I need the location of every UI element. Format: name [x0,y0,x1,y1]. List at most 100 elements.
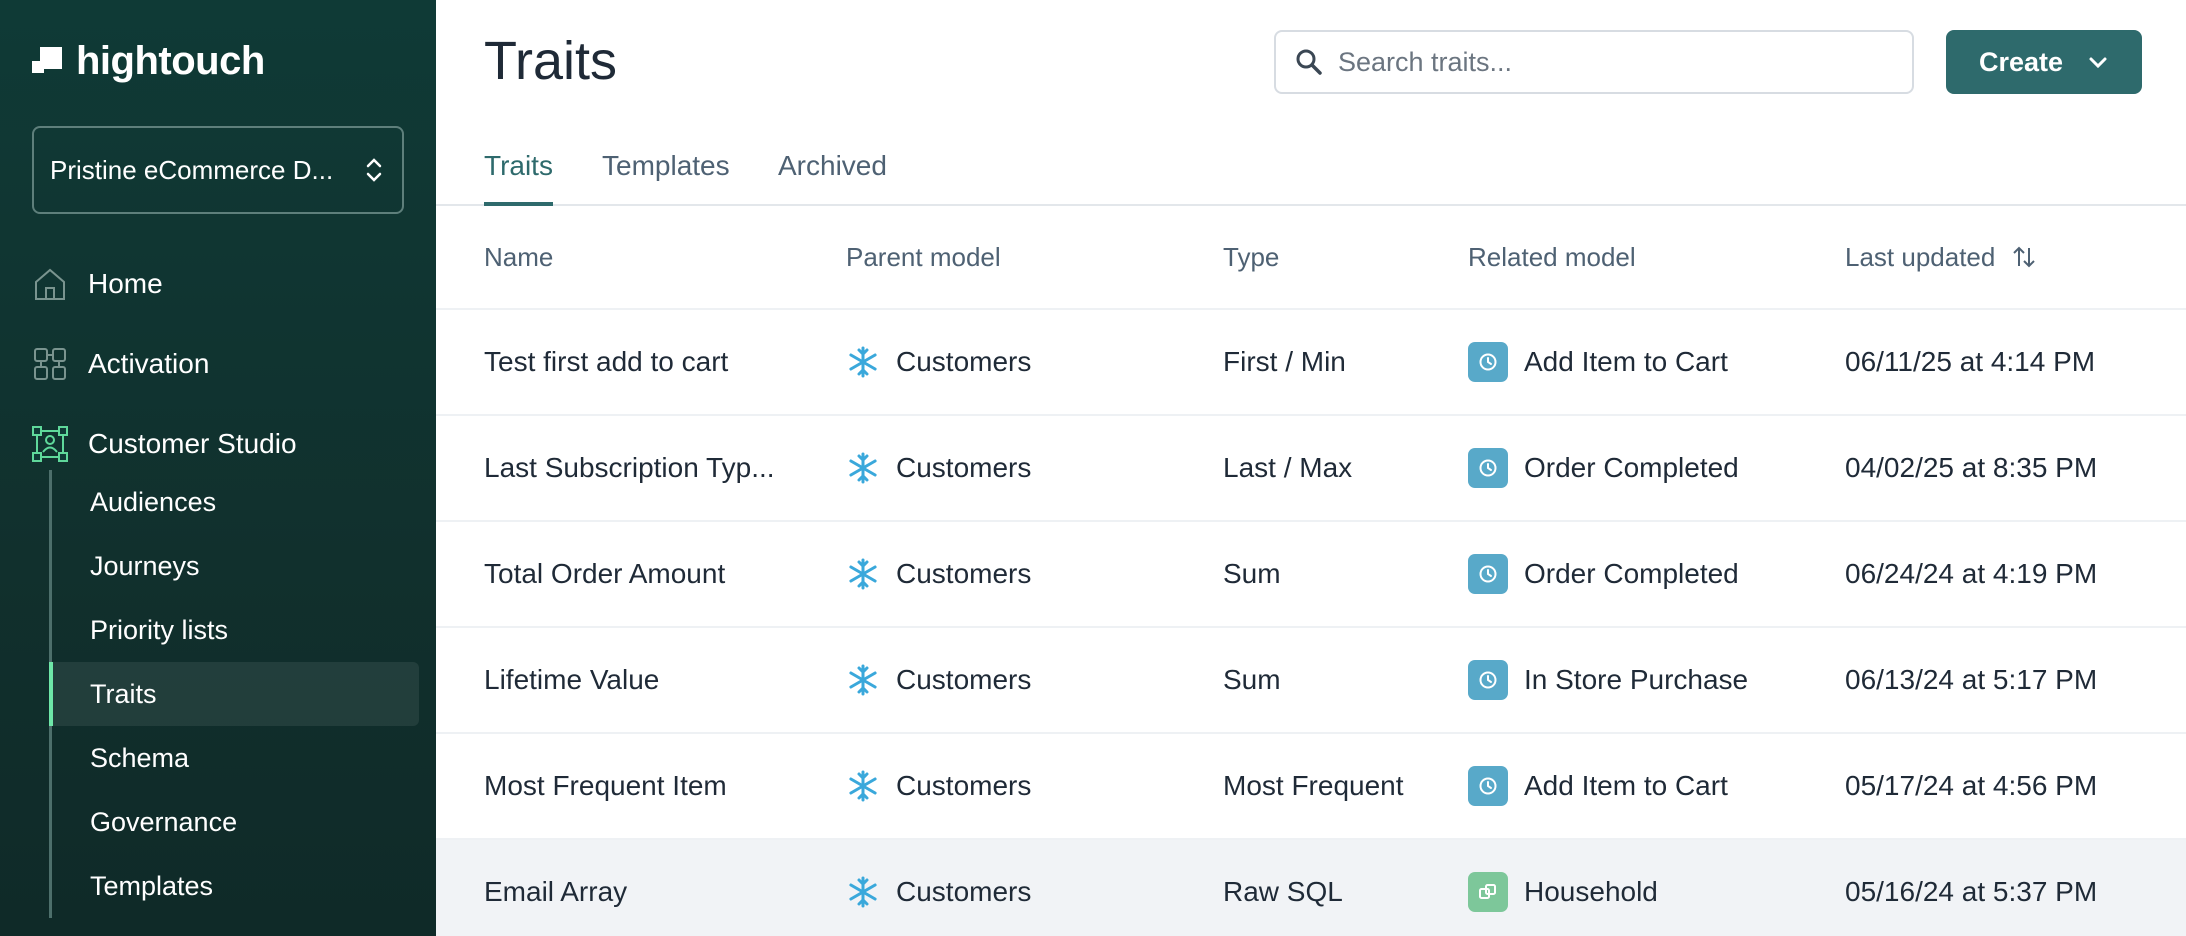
subnav-label: Traits [90,678,157,709]
clock-icon [1479,671,1497,689]
create-button[interactable]: Create [1946,30,2142,94]
last-updated: 06/11/25 at 4:14 PM [1845,346,2096,377]
related-model-cell: Add Item to Cart [1468,766,1728,806]
subnav-label: Priority lists [90,614,229,645]
subnav-label: Schema [90,742,190,773]
table-row[interactable]: Lifetime Value Customers Sum In Store Purch… [436,628,2186,734]
main-content: Traits Create Traits Templates Archived … [436,0,2186,936]
subnav-label: Audiences [90,486,217,517]
related-model-badge [1468,342,1508,382]
snowflake-icon [849,770,877,802]
clock-icon [1479,459,1497,477]
chevron-down-icon [2089,57,2107,69]
subnav-label: Templates [90,870,214,901]
related-model-badge [1468,766,1508,806]
subnav-item-audiences[interactable]: Audiences [52,470,419,534]
trait-name[interactable]: Email Array [484,876,627,908]
table-row[interactable]: Test first add to cart Customers First / M… [436,310,2186,416]
related-model-cell: Household [1468,872,1658,912]
trait-name[interactable]: Most Frequent Item [484,770,727,802]
subnav-item-priority-lists[interactable]: Priority lists [52,598,419,662]
trait-name[interactable]: Test first add to cart [484,346,728,378]
parent-model-name: Customers [896,346,1032,377]
parent-model-cell: Customers [846,875,1031,909]
workspace-name: Pristine eCommerce D... [50,154,334,185]
parent-model-cell: Customers [846,345,1031,379]
column-header-name[interactable]: Name [484,242,553,273]
parent-model-name: Customers [896,558,1032,589]
table-row[interactable]: Most Frequent Item Customers Most Frequent… [436,734,2186,840]
nav-item-home[interactable]: Home [0,244,436,324]
tab-archived[interactable]: Archived [778,150,887,206]
logo-mark-icon [32,43,64,79]
parent-model-name: Customers [896,664,1032,695]
related-model-name: Household [1524,876,1658,907]
sidebar: hightouch Pristine eCommerce D... Home A [0,0,436,936]
trait-type: Sum [1223,664,1281,695]
column-header-related-model[interactable]: Related model [1468,242,1636,273]
subnav-item-schema[interactable]: Schema [52,726,419,790]
nav-item-label: Home [88,268,163,299]
last-updated: 05/17/24 at 4:56 PM [1845,770,2098,801]
related-model-name: Add Item to Cart [1524,346,1728,377]
tab-traits[interactable]: Traits [484,150,553,206]
related-model-cell: Order Completed [1468,448,1739,488]
search-input[interactable] [1338,46,1898,78]
related-model-name: Order Completed [1524,452,1739,483]
related-model-cell: In Store Purchase [1468,660,1748,700]
column-header-parent-model[interactable]: Parent model [846,242,1001,273]
customer-studio-icon [32,426,68,462]
snowflake-icon [849,346,877,378]
trait-type: Raw SQL [1223,876,1343,907]
home-icon [35,268,65,300]
parent-model-name: Customers [896,452,1032,483]
related-model-name: Order Completed [1524,558,1739,589]
workspace-selector[interactable]: Pristine eCommerce D... [32,126,404,214]
traits-table: Name Parent model Type Related model Las… [436,206,2186,936]
last-updated: 04/02/25 at 8:35 PM [1845,452,2098,483]
nav-item-activation[interactable]: Activation [0,324,436,404]
trait-name[interactable]: Last Subscription Typ... [484,452,775,484]
trait-type: Most Frequent [1223,770,1404,801]
sort-icon[interactable] [2011,244,2037,270]
trait-name[interactable]: Total Order Amount [484,558,725,590]
subnav-label: Journeys [90,550,200,581]
column-header-last-updated[interactable]: Last updated [1845,242,2037,273]
trait-name[interactable]: Lifetime Value [484,664,659,696]
column-header-type[interactable]: Type [1223,242,1279,273]
subnav-label: Governance [90,806,238,837]
nav-item-label: Customer Studio [88,428,297,459]
subnav-item-templates[interactable]: Templates [52,854,419,918]
last-updated: 05/16/24 at 5:37 PM [1845,876,2098,907]
trait-type: First / Min [1223,346,1346,377]
clock-icon [1479,353,1497,371]
activation-icon [34,348,66,380]
search-box[interactable] [1274,30,1914,94]
parent-model-cell: Customers [846,451,1031,485]
subnav-item-traits[interactable]: Traits [49,662,419,726]
parent-model-name: Customers [896,770,1032,801]
related-model-badge [1468,554,1508,594]
logo[interactable]: hightouch [32,36,265,86]
tab-bar: Traits Templates Archived [436,140,2186,206]
create-button-label: Create [1978,46,2064,77]
cubes-icon [1479,884,1496,899]
table-row[interactable]: Last Subscription Typ... Customers Last / … [436,416,2186,522]
snowflake-icon [849,664,877,696]
snowflake-icon [849,452,877,484]
related-model-badge [1468,448,1508,488]
snowflake-icon [849,558,877,590]
related-model-cell: Add Item to Cart [1468,342,1728,382]
tab-templates[interactable]: Templates [602,150,730,206]
last-updated: 06/13/24 at 5:17 PM [1845,664,2098,695]
related-model-badge [1468,872,1508,912]
related-model-name: Add Item to Cart [1524,770,1728,801]
search-icon [1296,49,1322,75]
main-nav: Home Activation Customer Studio [0,244,436,484]
subnav-item-journeys[interactable]: Journeys [52,534,419,598]
table-row[interactable]: Email Array Customers Raw SQL Household 05/1… [436,840,2186,936]
last-updated: 06/24/24 at 4:19 PM [1845,558,2098,589]
table-row[interactable]: Total Order Amount Customers Sum Order Comp… [436,522,2186,628]
related-model-cell: Order Completed [1468,554,1739,594]
subnav-item-governance[interactable]: Governance [52,790,419,854]
